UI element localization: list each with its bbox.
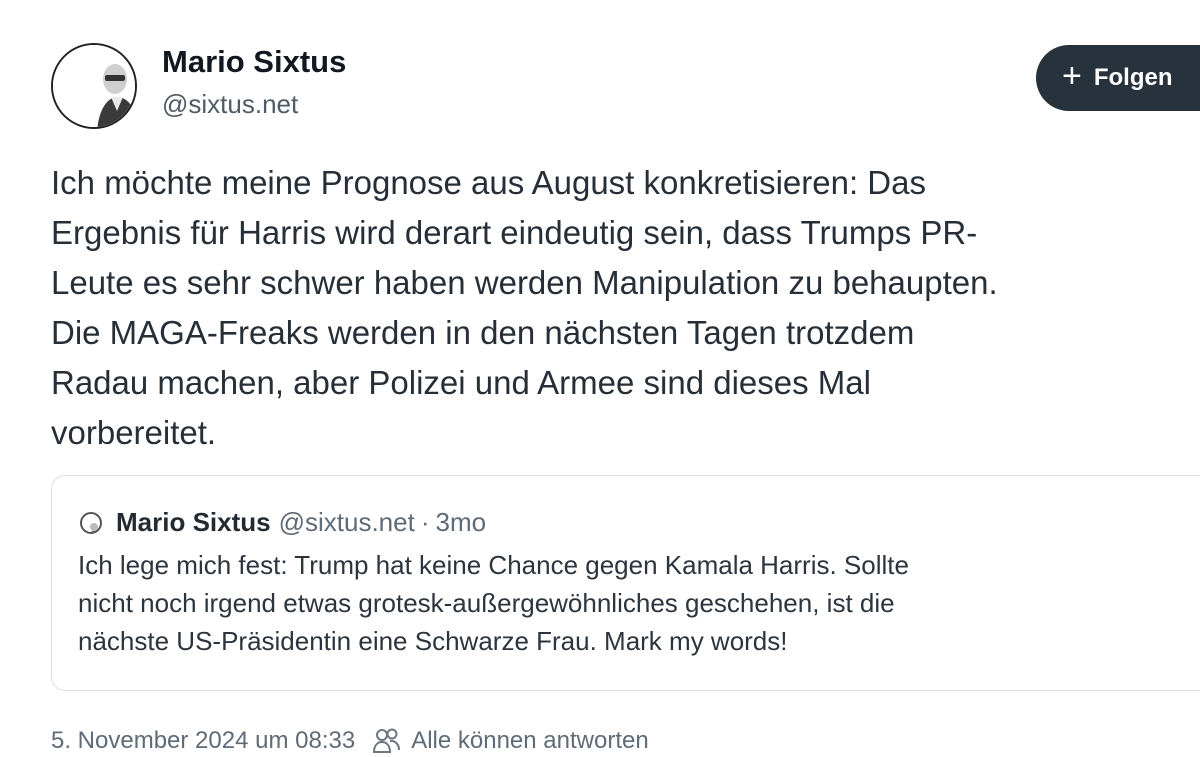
post-text-line: vorbereitet. bbox=[51, 414, 217, 451]
quoted-post-time[interactable]: 3mo bbox=[436, 507, 487, 538]
quoted-author-handle[interactable]: @sixtus.net bbox=[279, 507, 415, 538]
author-handle[interactable]: @sixtus.net bbox=[162, 89, 298, 120]
quoted-post-card[interactable]: Mario Sixtus @sixtus.net · 3mo Ich lege … bbox=[51, 475, 1200, 691]
author-avatar[interactable] bbox=[51, 43, 137, 129]
people-icon bbox=[373, 728, 401, 753]
quoted-text-line: Ich lege mich fest: Trump hat keine Chan… bbox=[78, 550, 909, 580]
quoted-text-line: nächste US-Präsidentin eine Schwarze Fra… bbox=[78, 626, 788, 656]
post-timestamp[interactable]: 5. November 2024 um 08:33 bbox=[51, 727, 355, 755]
post-footer: 5. November 2024 um 08:33 Alle können an… bbox=[51, 727, 649, 755]
follow-button-label: Folgen bbox=[1093, 64, 1173, 91]
plus-icon: + bbox=[1062, 57, 1082, 95]
author-display-name[interactable]: Mario Sixtus bbox=[162, 44, 346, 80]
post-text-line: Leute es sehr schwer haben werden Manipu… bbox=[51, 264, 998, 301]
quoted-text-line: nicht noch irgend etwas grotesk-außergew… bbox=[78, 588, 895, 618]
avatar-portrait-icon bbox=[90, 522, 98, 532]
post-text-line: Radau machen, aber Polizei und Armee sin… bbox=[51, 364, 871, 401]
quoted-post-header: Mario Sixtus @sixtus.net · 3mo bbox=[80, 507, 486, 538]
avatar-portrait-icon bbox=[53, 45, 135, 127]
post-container: Mario Sixtus @sixtus.net + Folgen Ich mö… bbox=[0, 0, 1200, 757]
quoted-post-text: Ich lege mich fest: Trump hat keine Chan… bbox=[78, 546, 1200, 660]
post-text-line: Die MAGA-Freaks werden in den nächsten T… bbox=[51, 314, 915, 351]
header-separator: · bbox=[420, 507, 430, 537]
quoted-author-avatar[interactable] bbox=[80, 511, 102, 534]
post-text-line: Ergebnis für Harris wird derart eindeuti… bbox=[51, 214, 978, 251]
follow-button[interactable]: + Folgen bbox=[1036, 45, 1200, 111]
post-text: Ich möchte meine Prognose aus August kon… bbox=[51, 158, 1200, 458]
post-text-line: Ich möchte meine Prognose aus August kon… bbox=[51, 164, 926, 201]
quoted-author-display-name[interactable]: Mario Sixtus bbox=[116, 507, 271, 538]
reply-setting-label[interactable]: Alle können antworten bbox=[411, 727, 649, 755]
